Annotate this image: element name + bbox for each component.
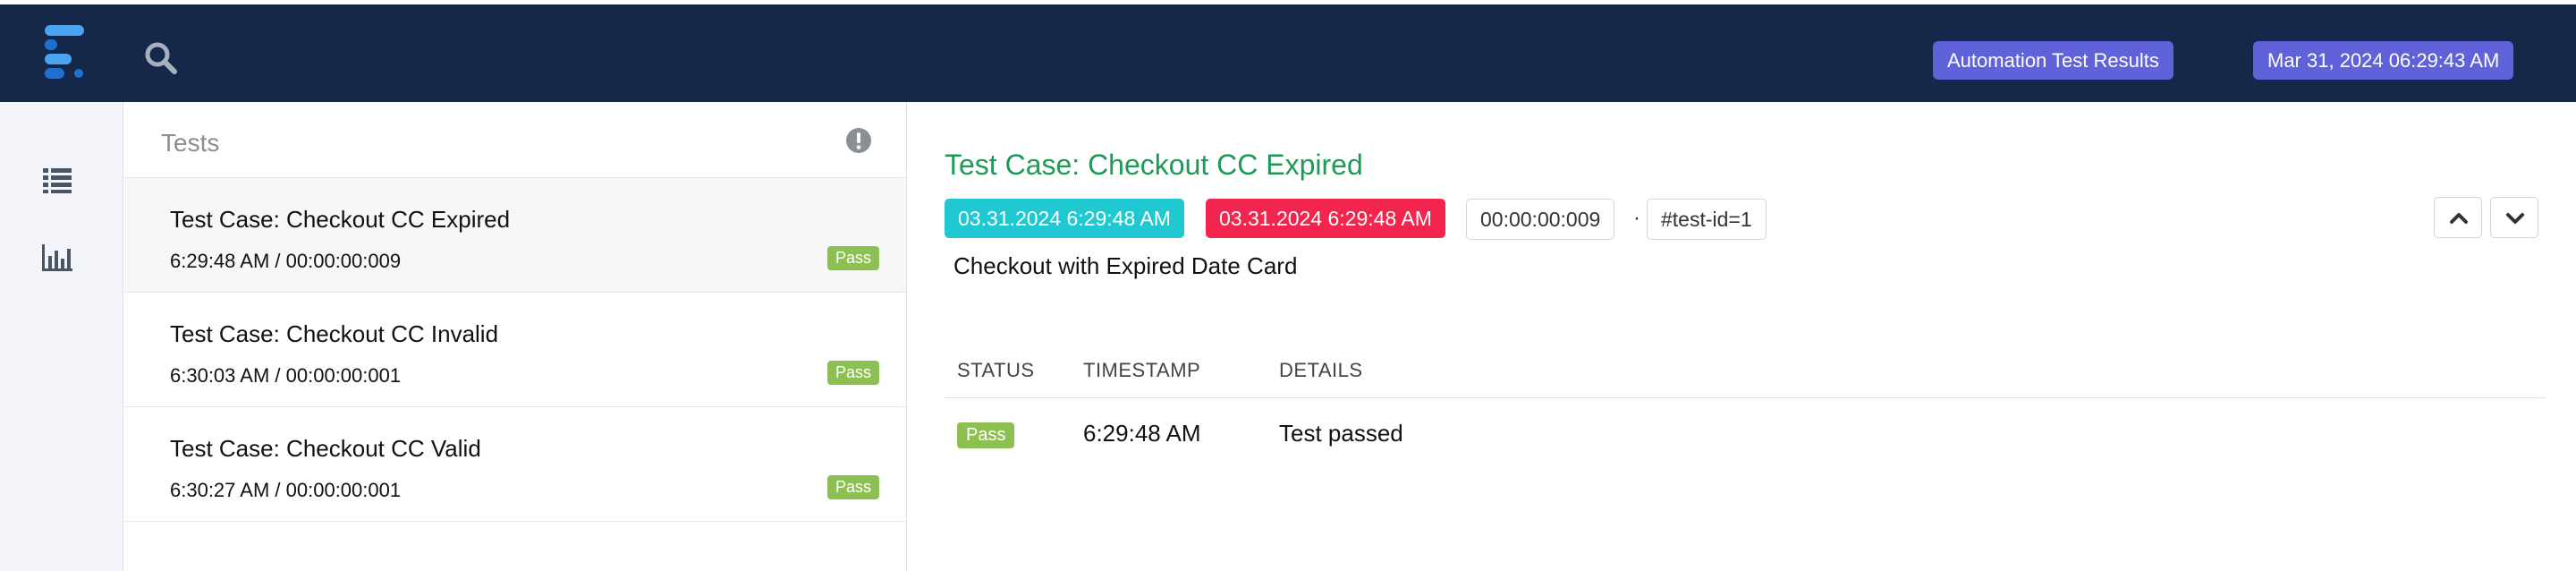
sidebar <box>0 102 123 571</box>
exclamation-circle-icon[interactable] <box>845 127 872 154</box>
start-time-badge: 03.31.2024 6:29:48 AM <box>945 199 1184 238</box>
separator: · <box>1633 206 1640 230</box>
list-icon[interactable] <box>39 163 75 195</box>
log-details: Test passed <box>1279 420 1403 447</box>
next-test-button[interactable] <box>2490 197 2538 238</box>
test-name: Test Case: Checkout CC Invalid <box>170 320 499 347</box>
report-name-badge: Automation Test Results <box>1933 41 2174 80</box>
duration-badge: 00:00:00:009 <box>1466 199 1615 240</box>
top-navbar: Automation Test Results Mar 31, 2024 06:… <box>0 0 2576 102</box>
detail-title: Test Case: Checkout CC Expired <box>945 149 1363 181</box>
log-status-badge: Pass <box>957 422 1015 448</box>
report-date-badge: Mar 31, 2024 06:29:43 AM <box>2253 41 2514 80</box>
test-name: Test Case: Checkout CC Valid <box>170 435 481 462</box>
test-time-duration: 6:30:27 AM / 00:00:00:001 <box>170 479 402 501</box>
tests-list-panel: Tests Test Case: Checkout CC Expired 6:2… <box>124 102 907 571</box>
test-description: Checkout with Expired Date Card <box>953 252 1298 279</box>
column-header-status: STATUS <box>957 359 1035 381</box>
end-time-badge: 03.31.2024 6:29:48 AM <box>1206 199 1445 238</box>
bar-chart-icon[interactable] <box>39 242 75 274</box>
tests-panel-title: Tests <box>161 129 220 157</box>
test-list-item[interactable]: Test Case: Checkout CC Invalid 6:30:03 A… <box>124 293 906 407</box>
test-list-item[interactable]: Test Case: Checkout CC Expired 6:29:48 A… <box>124 178 906 293</box>
test-time-duration: 6:30:03 AM / 00:00:00:001 <box>170 364 402 387</box>
log-table-header: STATUS TIMESTAMP DETAILS <box>945 348 2546 398</box>
test-detail-panel: Test Case: Checkout CC Expired 03.31.202… <box>908 102 2576 571</box>
test-list-item[interactable]: Test Case: Checkout CC Valid 6:30:27 AM … <box>124 407 906 522</box>
pass-badge: Pass <box>827 246 880 270</box>
log-timestamp: 6:29:48 AM <box>1083 420 1201 447</box>
column-header-details: DETAILS <box>1279 359 1363 381</box>
pass-badge: Pass <box>827 361 880 385</box>
log-table-row: Pass 6:29:48 AM Test passed <box>945 398 2546 472</box>
chevron-down-icon <box>2506 213 2524 224</box>
test-id-badge: #test-id=1 <box>1647 199 1767 240</box>
chevron-up-icon <box>2450 213 2468 224</box>
previous-test-button[interactable] <box>2434 197 2482 238</box>
search-icon[interactable] <box>143 40 179 76</box>
test-time-duration: 6:29:48 AM / 00:00:00:009 <box>170 250 402 272</box>
test-name: Test Case: Checkout CC Expired <box>170 206 511 233</box>
extent-logo-icon[interactable] <box>41 23 88 84</box>
tests-list-header: Tests <box>124 102 906 178</box>
column-header-timestamp: TIMESTAMP <box>1083 359 1201 381</box>
pass-badge: Pass <box>827 475 880 499</box>
